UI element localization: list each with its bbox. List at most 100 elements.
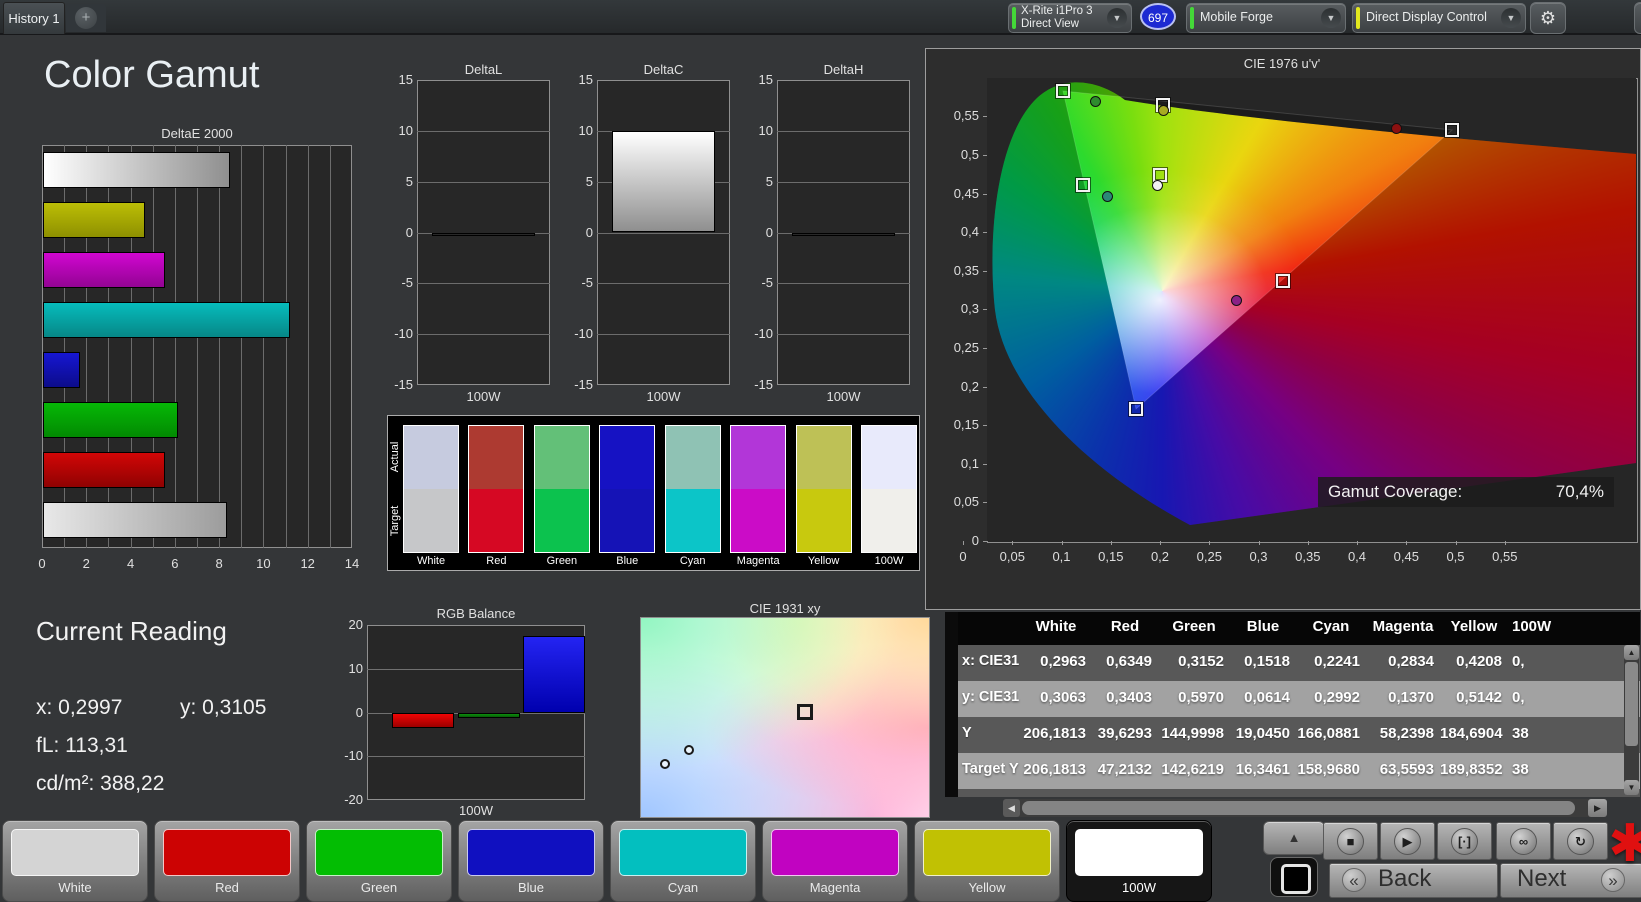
back-icon: « [1342, 868, 1366, 892]
meter-count-badge[interactable]: 697 [1140, 3, 1176, 30]
loop-infinite-icon: ∞ [1510, 828, 1537, 855]
pattern-window-button[interactable] [1270, 857, 1318, 897]
rgb-ytick-label: -10 [344, 748, 363, 764]
table-cell: 0,0614 [1244, 689, 1290, 706]
chart-title-deltaH: DeltaH [823, 62, 864, 77]
ytick-label: 10 [758, 122, 773, 138]
cie76-ytick-label: 0,5 [960, 147, 979, 162]
tab-history-1[interactable]: History 1 [3, 2, 65, 34]
table-header-red: Red [1110, 618, 1140, 635]
table-row-label: Target Y [962, 761, 1019, 777]
top-bar-separator [0, 33, 1641, 35]
deltaE-chart-title: DeltaE 2000 [161, 126, 233, 141]
pattern-label: Magenta [809, 880, 861, 895]
clipped-toolbar-button[interactable] [1634, 2, 1641, 34]
cie76-ytick-label: 0,15 [953, 417, 979, 433]
cie76-ytick [983, 270, 987, 272]
cie76-measured-magenta [1231, 294, 1243, 306]
table-hscrollbar[interactable]: ◀ ▶ [1003, 799, 1607, 817]
workflow-status-stripe [1356, 7, 1360, 29]
table-cell: 0,4208 [1456, 653, 1502, 670]
table-cell: 0,3152 [1178, 653, 1224, 670]
deltaE-gridline [241, 145, 243, 548]
gridline [597, 283, 730, 285]
next-label: Next [1517, 865, 1567, 892]
pattern-swatch-cyan [619, 829, 747, 876]
reading-x: x: 0,2997 [36, 696, 123, 719]
table-cell: 0, [1512, 689, 1525, 706]
swatch-label: Yellow [807, 555, 840, 567]
gridline [597, 334, 730, 336]
vscroll-thumb[interactable] [1625, 662, 1638, 746]
table-row-label: Y [962, 725, 972, 741]
source-dropdown[interactable]: Mobile Forge ▼ [1186, 3, 1346, 33]
swatch-target-100w [862, 489, 916, 552]
gridline [367, 756, 585, 758]
swatch-label: Blue [616, 555, 639, 567]
cie76-target-magenta [1276, 273, 1291, 288]
swatch-label: 100W [874, 555, 904, 567]
rgb-bar-blue [523, 635, 585, 713]
table-row-label: x: CIE31 [962, 653, 1020, 669]
deltaE-bar-magenta [43, 252, 165, 288]
workflow-dropdown[interactable]: Direct Display Control ▼ [1352, 3, 1526, 33]
meter-dropdown[interactable]: X-Rite i1Pro 3 Direct View ▼ [1008, 3, 1132, 33]
source-label: Mobile Forge [1200, 10, 1273, 24]
cie76-ytick [983, 193, 987, 195]
ytick-label: -15 [394, 377, 413, 392]
deltaL-bar [432, 232, 535, 236]
back-button[interactable]: « Back [1329, 863, 1498, 898]
swatch-actual-green [534, 426, 589, 489]
deltaH-bar [792, 232, 895, 236]
ytick-label: -10 [394, 326, 413, 342]
loop-range-icon: [·] [1451, 828, 1478, 855]
table-vscrollbar[interactable]: ▲ ▼ [1624, 645, 1639, 795]
table-cell: 0,2834 [1388, 653, 1434, 670]
ytick-label: 5 [585, 173, 593, 189]
swatch-target-red [469, 489, 524, 552]
scroll-left-button[interactable]: ◀ [1003, 799, 1020, 817]
rgb-bar-red [392, 712, 454, 728]
deltaE-xtick-label: 8 [215, 556, 223, 571]
table-cell: 0,1518 [1244, 653, 1290, 670]
swatch-target-blue [600, 489, 655, 552]
pattern-label: Yellow [968, 880, 1006, 895]
scroll-up-button[interactable]: ▲ [1624, 645, 1639, 660]
gamut-coverage-label: Gamut Coverage: [1328, 482, 1463, 501]
cie76-xtick-label: 0,05 [999, 549, 1025, 564]
table-row-y-cie31: y: CIE31 0,3063 0,3403 0,5970 0,0614 0,2992 0,… [945, 681, 1640, 717]
pattern-swatch-blue [467, 829, 595, 876]
swatch-actual-yellow [796, 426, 851, 489]
chart-title-deltaC: DeltaC [643, 62, 684, 77]
scroll-down-button[interactable]: ▼ [1624, 780, 1639, 795]
pattern-swatch-green [315, 829, 443, 876]
deltaE-xtick-label: 12 [300, 556, 315, 571]
table-header-white: White [1035, 618, 1077, 635]
ytick-label: -5 [581, 275, 593, 291]
add-tab-button[interactable]: + [66, 4, 106, 32]
collapse-panel-button[interactable]: ▲ [1263, 821, 1325, 855]
cie76-xtick [1258, 541, 1260, 545]
deltaE-gridline [329, 145, 331, 548]
ytick-label: 0 [585, 224, 593, 240]
deltaE-xtick-label: 14 [344, 556, 360, 571]
gridline [777, 283, 910, 285]
cie1976-title: CIE 1976 u'v' [1243, 56, 1321, 71]
settings-button[interactable]: ⚙ [1530, 2, 1566, 34]
deltaE-gridline [219, 145, 221, 548]
ytick-label: 0 [405, 224, 413, 240]
deltaE-bar-blue [43, 352, 81, 388]
cie1931-title: CIE 1931 xy [749, 601, 821, 616]
hscroll-thumb[interactable] [1022, 801, 1575, 815]
cie76-xtick-label: 0,25 [1196, 549, 1222, 564]
play-icon: ▶ [1394, 828, 1421, 855]
scroll-right-button[interactable]: ▶ [1588, 799, 1607, 817]
gamut-coverage-value: 70,4% [1555, 482, 1604, 501]
swatch-actual-100w [862, 426, 916, 489]
swatch-target-yellow [796, 489, 851, 552]
pattern-window-icon [1281, 864, 1311, 894]
cie76-target-green [1055, 83, 1070, 98]
table-cell: 158,9680 [1297, 761, 1360, 778]
ytick-label: -15 [574, 377, 593, 392]
alert-asterisk-icon: ✱ [1608, 815, 1641, 873]
